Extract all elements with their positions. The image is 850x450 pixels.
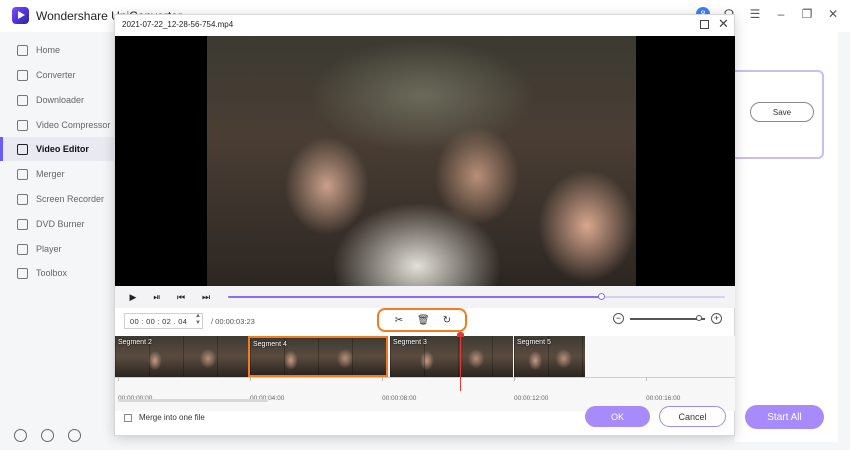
home-icon	[17, 44, 28, 56]
download-icon	[17, 94, 28, 106]
ruler-line	[115, 377, 735, 378]
video-editor-dialog: 2021-07-22_12-28-56-754.mp4 ✕ ▶ ⏯ ⏮ ⏭ 00…	[114, 14, 735, 436]
sidebar-item-label: DVD Burner	[36, 219, 85, 229]
timeline-segment[interactable]: Segment 3	[390, 336, 513, 377]
restore-icon[interactable]: ❐	[798, 5, 816, 23]
sidebar-item-video-editor[interactable]: Video Editor	[0, 137, 114, 161]
sidebar-item-player[interactable]: Player	[0, 237, 114, 261]
progress-slider[interactable]	[228, 293, 725, 300]
sidebar-item-toolbox[interactable]: Toolbox	[0, 261, 114, 285]
dialog-close-icon[interactable]: ✕	[718, 16, 729, 32]
ruler-tick	[514, 377, 515, 381]
timeline-segment-selected[interactable]: Segment 4	[248, 336, 388, 377]
zoom-handle[interactable]	[696, 315, 702, 321]
dialog-filename: 2021-07-22_12-28-56-754.mp4	[122, 20, 234, 29]
sidebar-item-label: Video Compressor	[36, 120, 111, 130]
save-button[interactable]: Save	[750, 102, 814, 122]
minimize-icon[interactable]: –	[772, 5, 790, 23]
sidebar-item-converter[interactable]: Converter	[0, 63, 114, 87]
sidebar-item-label: Toolbox	[36, 268, 68, 278]
ruler-tick	[250, 377, 251, 381]
segment-label: Segment 4	[253, 341, 287, 348]
sidebar-item-downloader[interactable]: Downloader	[0, 88, 114, 112]
app-logo	[12, 7, 29, 24]
ruler-label: 00:00:12:00	[514, 395, 549, 402]
sidebar-item-label: Video Editor	[36, 144, 89, 154]
timeline-scrollbar[interactable]	[118, 399, 268, 402]
sidebar: Home Converter Downloader Video Compress…	[0, 32, 114, 450]
edit-tools-group: ✂ 🗑 ↻	[377, 308, 467, 332]
previous-frame-icon[interactable]: ⏮	[176, 292, 186, 302]
start-all-button[interactable]: Start All	[745, 405, 824, 429]
timeline-segment[interactable]: Segment 2	[115, 336, 248, 377]
sidebar-item-label: Merger	[36, 169, 65, 179]
sidebar-item-dvd-burner[interactable]: DVD Burner	[0, 212, 114, 236]
segment-label: Segment 5	[517, 339, 551, 346]
record-icon	[17, 193, 28, 205]
sidebar-item-label: Screen Recorder	[36, 194, 105, 204]
next-frame-icon[interactable]: ⏭	[201, 292, 211, 302]
compress-icon	[17, 119, 28, 131]
cancel-button[interactable]: Cancel	[659, 406, 726, 427]
sidebar-item-home[interactable]: Home	[0, 38, 114, 62]
help-icon[interactable]	[14, 429, 27, 442]
disc-icon	[17, 218, 28, 230]
progress-handle[interactable]	[597, 293, 605, 300]
current-time-input[interactable]: 00 : 00 : 02 . 04	[124, 313, 203, 329]
merge-checkbox[interactable]	[124, 413, 132, 422]
merge-checkbox-row[interactable]: Merge into one file	[124, 413, 205, 422]
merge-label: Merge into one file	[139, 413, 205, 422]
playback-controls: ▶ ⏯ ⏮ ⏭	[115, 286, 735, 308]
ok-button[interactable]: OK	[585, 406, 650, 427]
video-player[interactable]	[115, 36, 735, 286]
zoom-out-icon[interactable]: −	[613, 313, 624, 324]
scissors-icon[interactable]: ✂	[393, 315, 405, 327]
sidebar-item-screen-recorder[interactable]: Screen Recorder	[0, 187, 114, 211]
notification-bell-icon[interactable]	[41, 429, 54, 442]
rotate-icon[interactable]: ↻	[441, 315, 453, 327]
merge-icon	[17, 168, 28, 180]
time-stepper[interactable]: ▲ ▼	[195, 313, 201, 327]
segment-label: Segment 3	[393, 339, 427, 346]
player-icon	[17, 243, 28, 255]
feedback-icon[interactable]	[68, 429, 81, 442]
sidebar-item-label: Downloader	[36, 95, 85, 105]
scissors-icon	[17, 143, 28, 155]
total-time: / 00:00:03:23	[211, 317, 255, 326]
sidebar-item-merger[interactable]: Merger	[0, 162, 114, 186]
playhead[interactable]	[457, 332, 464, 391]
timeline-segment[interactable]: Segment 5	[514, 336, 585, 377]
sidebar-footer	[14, 429, 81, 442]
ruler-tick	[382, 377, 383, 381]
converter-icon	[17, 69, 28, 81]
ruler-label: 00:00:16:00	[646, 395, 681, 402]
sidebar-item-video-compressor[interactable]: Video Compressor	[0, 113, 114, 137]
time-row: 00 : 00 : 02 . 04 ▲ ▼ / 00:00:03:23 ✂ 🗑 ↻…	[115, 308, 735, 336]
sidebar-item-label: Player	[36, 244, 62, 254]
toolbox-icon	[17, 267, 28, 279]
ruler-label: 00:00:08:00	[382, 395, 417, 402]
video-frame	[207, 36, 636, 286]
zoom-in-icon[interactable]: +	[711, 313, 722, 324]
sidebar-item-label: Converter	[36, 70, 76, 80]
zoom-slider[interactable]	[630, 315, 705, 321]
delete-icon[interactable]: 🗑	[417, 315, 430, 327]
ruler-tick	[118, 377, 119, 381]
close-icon[interactable]: ✕	[824, 5, 842, 23]
menu-icon[interactable]: ☰	[746, 5, 764, 23]
play-icon[interactable]: ▶	[128, 292, 138, 302]
maximize-icon[interactable]	[700, 20, 709, 29]
ruler-tick	[646, 377, 647, 381]
sidebar-item-label: Home	[36, 45, 61, 55]
segment-label: Segment 2	[118, 339, 152, 346]
progress-fill	[228, 296, 601, 298]
play-frame-icon[interactable]: ⏯	[152, 292, 162, 302]
